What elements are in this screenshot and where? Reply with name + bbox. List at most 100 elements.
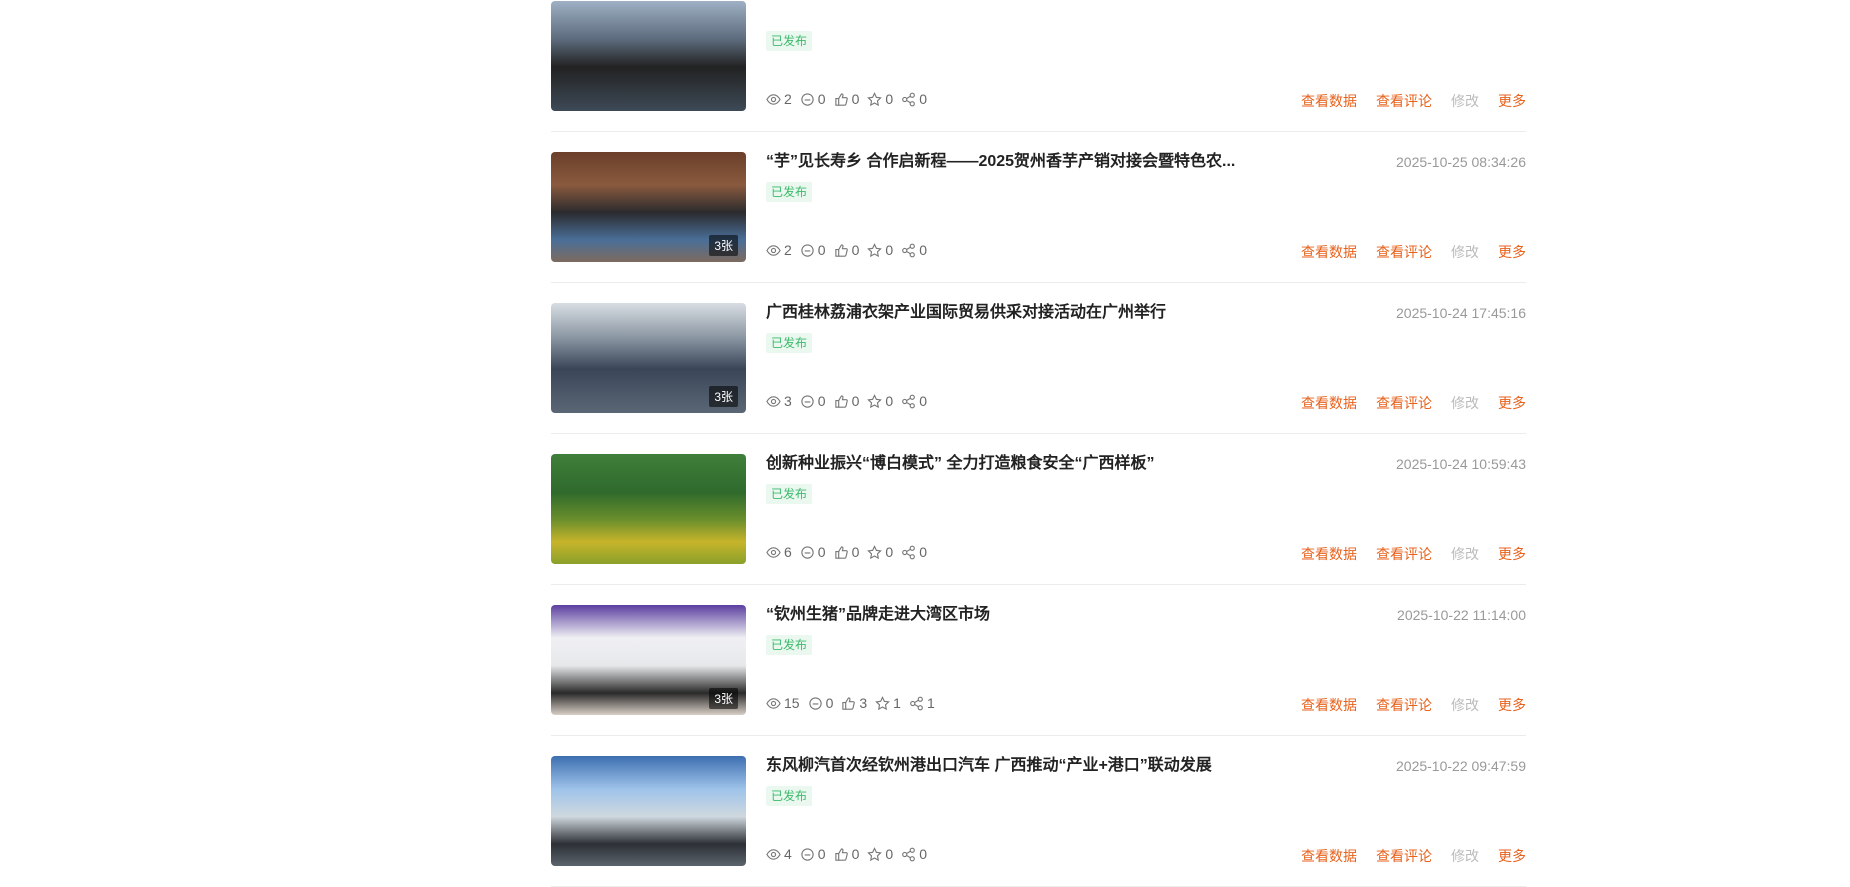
- publish-time: 2025-10-22 09:47:59: [1396, 758, 1526, 774]
- article-title[interactable]: “钦州生猪”品牌走进大湾区市场: [766, 605, 1276, 625]
- stat-value: 3: [859, 695, 868, 711]
- view-comments-link[interactable]: 查看评论: [1376, 91, 1432, 111]
- share-icon: [901, 92, 919, 107]
- stat-value: 0: [919, 846, 927, 862]
- stat-views: 2: [766, 91, 792, 107]
- star-icon: [867, 846, 885, 862]
- stat-value: 15: [784, 695, 800, 711]
- view-data-link[interactable]: 查看数据: [1301, 91, 1357, 111]
- image-count-badge: 3张: [709, 386, 738, 407]
- edit-link[interactable]: 修改: [1451, 544, 1479, 564]
- status-badge: 已发布: [766, 182, 813, 202]
- more-link[interactable]: 更多: [1498, 91, 1526, 111]
- status-badge: 已发布: [766, 484, 813, 504]
- article-title[interactable]: 创新种业振兴“博白模式” 全力打造粮食安全“广西样板”: [766, 454, 1276, 474]
- stat-value: 0: [851, 242, 860, 258]
- article-thumbnail[interactable]: 3张: [551, 152, 746, 262]
- stat-value: 0: [817, 544, 826, 560]
- view-comments-link[interactable]: 查看评论: [1376, 393, 1432, 413]
- view-comments-link[interactable]: 查看评论: [1376, 544, 1432, 564]
- view-data-link[interactable]: 查看数据: [1301, 242, 1357, 262]
- stat-value: 2: [784, 242, 792, 258]
- more-link[interactable]: 更多: [1498, 544, 1526, 564]
- article-list: 已发布 2 0 0 0 0 查看数据 查看评论 修改 更多 3张 “芋”见长寿乡 合作启新程——20…: [551, 0, 1526, 887]
- eye-icon: [766, 847, 784, 862]
- article-actions: 查看数据 查看评论 修改 更多: [1282, 242, 1526, 262]
- stat-likes: 0: [834, 393, 859, 409]
- view-data-link[interactable]: 查看数据: [1301, 846, 1357, 866]
- share-icon: [901, 545, 919, 560]
- thumbnail-image: [551, 756, 746, 866]
- article-title[interactable]: “芋”见长寿乡 合作启新程——2025贺州香芋产销对接会暨特色农...: [766, 152, 1276, 172]
- article-stats: 3 0 0 0 0: [766, 393, 935, 409]
- stat-shares: 0: [901, 544, 927, 560]
- stat-views: 2: [766, 242, 792, 258]
- stat-likes: 3: [841, 695, 867, 711]
- stat-shares: 1: [909, 695, 935, 711]
- thumbs-up-icon: [834, 545, 852, 560]
- article-item: 3张 广西桂林荔浦衣架产业国际贸易供采对接活动在广州举行 2025-10-24 17…: [551, 283, 1526, 434]
- thumbs-up-icon: [841, 696, 859, 711]
- edit-link[interactable]: 修改: [1451, 846, 1479, 866]
- stat-value: 0: [919, 393, 927, 409]
- thumbs-up-icon: [834, 92, 852, 107]
- image-count-badge: 3张: [709, 688, 738, 709]
- edit-link[interactable]: 修改: [1451, 242, 1479, 262]
- article-actions: 查看数据 查看评论 修改 更多: [1282, 695, 1526, 715]
- comment-icon: [800, 92, 818, 107]
- stat-value: 0: [919, 544, 927, 560]
- image-count-badge: 3张: [709, 235, 738, 256]
- share-icon: [901, 394, 919, 409]
- article-thumbnail[interactable]: [551, 756, 746, 866]
- thumbs-up-icon: [834, 243, 852, 258]
- article-thumbnail[interactable]: [551, 454, 746, 564]
- stat-comments: 0: [800, 846, 826, 862]
- article-stats: 6 0 0 0 0: [766, 544, 935, 560]
- more-link[interactable]: 更多: [1498, 242, 1526, 262]
- stat-likes: 0: [834, 846, 860, 862]
- star-icon: [875, 695, 893, 711]
- status-badge: 已发布: [766, 31, 813, 51]
- more-link[interactable]: 更多: [1498, 846, 1526, 866]
- stat-value: 1: [893, 695, 901, 711]
- view-comments-link[interactable]: 查看评论: [1376, 695, 1432, 715]
- thumbs-up-icon: [834, 847, 852, 862]
- stat-shares: 0: [901, 91, 927, 107]
- more-link[interactable]: 更多: [1498, 695, 1526, 715]
- stat-value: 0: [919, 242, 927, 258]
- stat-value: 0: [851, 846, 860, 862]
- article-stats: 4 0 0 0 0: [766, 846, 935, 862]
- article-thumbnail[interactable]: [551, 1, 746, 111]
- stat-value: 1: [926, 695, 935, 711]
- share-icon: [909, 696, 927, 711]
- article-thumbnail[interactable]: 3张: [551, 303, 746, 413]
- edit-link[interactable]: 修改: [1451, 695, 1479, 715]
- eye-icon: [766, 394, 784, 409]
- edit-link[interactable]: 修改: [1451, 393, 1479, 413]
- comment-icon: [808, 696, 826, 711]
- stat-value: 2: [784, 91, 792, 107]
- article-title[interactable]: 东风柳汽首次经钦州港出口汽车 广西推动“产业+港口”联动发展: [766, 756, 1276, 776]
- view-comments-link[interactable]: 查看评论: [1376, 846, 1432, 866]
- article-actions: 查看数据 查看评论 修改 更多: [1282, 91, 1526, 111]
- more-link[interactable]: 更多: [1498, 393, 1526, 413]
- comment-icon: [800, 243, 818, 258]
- view-data-link[interactable]: 查看数据: [1301, 393, 1357, 413]
- article-actions: 查看数据 查看评论 修改 更多: [1282, 393, 1526, 413]
- view-data-link[interactable]: 查看数据: [1301, 695, 1357, 715]
- status-badge: 已发布: [766, 333, 813, 353]
- stat-likes: 0: [834, 242, 860, 258]
- share-icon: [901, 243, 919, 258]
- article-title[interactable]: 广西桂林荔浦衣架产业国际贸易供采对接活动在广州举行: [766, 303, 1276, 323]
- article-stats: 15 0 3 1 1: [766, 695, 943, 711]
- view-comments-link[interactable]: 查看评论: [1376, 242, 1432, 262]
- stat-comments: 0: [800, 242, 826, 258]
- thumbnail-image: [551, 454, 746, 564]
- stat-comments: 0: [800, 393, 826, 409]
- status-badge: 已发布: [766, 635, 813, 655]
- view-data-link[interactable]: 查看数据: [1301, 544, 1357, 564]
- stat-favorites: 0: [867, 242, 893, 258]
- comment-icon: [800, 545, 818, 560]
- edit-link[interactable]: 修改: [1451, 91, 1479, 111]
- article-thumbnail[interactable]: 3张: [551, 605, 746, 715]
